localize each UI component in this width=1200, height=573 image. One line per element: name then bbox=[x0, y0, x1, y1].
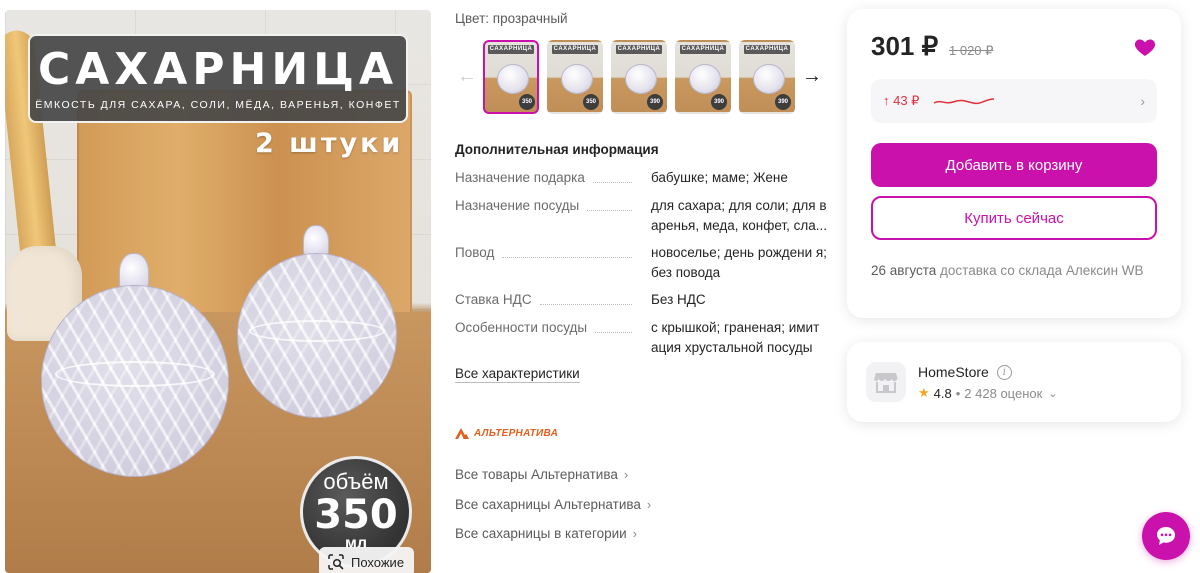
chevron-right-icon: › bbox=[646, 497, 652, 512]
spec-key: Повод bbox=[455, 245, 495, 260]
chevron-right-icon: › bbox=[632, 526, 638, 541]
photo-sugar-bowl-front bbox=[41, 253, 229, 478]
all-specs-link[interactable]: Все характеристики bbox=[455, 366, 580, 383]
thumbnails-prev-arrow-icon[interactable]: ← bbox=[455, 64, 479, 88]
thumbnail-label: САХАРНИЦА bbox=[552, 45, 598, 54]
thumbnail-product-image bbox=[625, 64, 657, 94]
price-trend-sparkline-icon bbox=[934, 98, 995, 105]
thumbnail-volume-badge: 390 bbox=[711, 94, 727, 110]
thumbnail-volume-badge: 350 bbox=[583, 94, 599, 110]
color-label-value: прозрачный bbox=[492, 11, 568, 26]
color-thumbnail[interactable]: САХАРНИЦА 390 bbox=[611, 40, 667, 114]
info-icon[interactable]: i bbox=[996, 364, 1012, 380]
product-main-image[interactable]: САХАРНИЦА ЁМКОСТЬ ДЛЯ САХАРА, СОЛИ, МЁДА… bbox=[5, 10, 431, 573]
seller-rating: 4.8 bbox=[933, 385, 952, 401]
delivery-date: 26 августа bbox=[871, 263, 937, 278]
thumbnail-label: САХАРНИЦА bbox=[616, 45, 662, 54]
add-to-cart-button[interactable]: Добавить в корзину bbox=[871, 143, 1157, 187]
spec-key: Назначение посуды bbox=[455, 198, 580, 213]
spec-key: Назначение подарка bbox=[455, 170, 585, 185]
thumbnail-volume-badge: 350 bbox=[519, 94, 535, 110]
thumbnail-product-image bbox=[561, 64, 593, 94]
price-history-button[interactable]: ↑ 43 ₽ › bbox=[871, 79, 1157, 123]
chevron-right-icon: › bbox=[1140, 93, 1145, 109]
color-thumbnail[interactable]: САХАРНИЦА 390 bbox=[739, 40, 795, 114]
thumbnail-label: САХАРНИЦА bbox=[680, 45, 726, 54]
photo-quantity-label: 2 штуки bbox=[255, 128, 404, 159]
thumbnail-product-image bbox=[689, 64, 721, 94]
thumbnail-label: САХАРНИЦА bbox=[488, 45, 534, 54]
color-thumbnail[interactable]: САХАРНИЦА 350 bbox=[483, 40, 539, 114]
heart-icon[interactable] bbox=[1133, 35, 1157, 59]
old-price: 1 020 ₽ bbox=[949, 43, 994, 58]
brand-logo-mark-icon bbox=[455, 428, 469, 439]
specs-title: Дополнительная информация bbox=[455, 142, 659, 157]
brand-link-label: Все сахарницы в категории bbox=[455, 526, 627, 541]
chat-icon bbox=[1157, 527, 1175, 545]
seller-reviews-count: 2 428 оценок bbox=[964, 385, 1043, 401]
spec-value: новоселье; день рождени я; без повода bbox=[651, 245, 827, 280]
volume-value: 350 bbox=[314, 492, 398, 538]
thumbnail-volume-badge: 390 bbox=[647, 94, 663, 110]
seller-name-row: HomeStore i bbox=[918, 364, 1012, 380]
spec-value: бабушке; маме; Жене bbox=[651, 170, 788, 185]
similar-items-button[interactable]: Похожие bbox=[319, 547, 415, 573]
seller-name[interactable]: HomeStore bbox=[918, 364, 989, 380]
photo-sugar-bowl-back bbox=[237, 225, 397, 420]
color-selector-label: Цвет: прозрачный bbox=[455, 11, 568, 26]
current-price: 301 ₽ bbox=[871, 31, 939, 61]
brand-link-label: Все сахарницы Альтернатива bbox=[455, 497, 641, 512]
spec-value: с крышкой; граненая; имит ация хрустальн… bbox=[651, 320, 820, 355]
brand-logo[interactable]: АЛЬТЕРНАТИВА bbox=[455, 428, 558, 439]
chat-button[interactable] bbox=[1142, 512, 1190, 560]
spec-value: Без НДС bbox=[651, 292, 706, 307]
buy-card: 301 ₽ 1 020 ₽ ↑ 43 ₽ › Добавить в корзин… bbox=[847, 9, 1181, 318]
seller-rating-row[interactable]: ★ 4.8 • 2 428 оценок ⌄ bbox=[918, 385, 1058, 401]
color-thumbnails: САХАРНИЦА 350 САХАРНИЦА 350 САХАРНИЦА 390 САХА… bbox=[483, 40, 795, 114]
price-change: ↑ 43 ₽ bbox=[883, 93, 920, 108]
buy-now-button[interactable]: Купить сейчас bbox=[871, 196, 1157, 240]
seller-avatar[interactable] bbox=[866, 362, 906, 402]
photo-title-plate: САХАРНИЦА ЁМКОСТЬ ДЛЯ САХАРА, СОЛИ, МЁДА… bbox=[28, 34, 408, 123]
color-label-key: Цвет: bbox=[455, 11, 490, 26]
seller-reviews-separator: • bbox=[955, 385, 961, 401]
brand-sugar-bowls-link[interactable]: Все сахарницы Альтернатива › bbox=[455, 497, 651, 512]
photo-subtitle: ЁМКОСТЬ ДЛЯ САХАРА, СОЛИ, МЁДА, ВАРЕНЬЯ,… bbox=[35, 99, 401, 111]
delivery-info: 26 августа доставка со склада Алексин WB bbox=[871, 261, 1161, 281]
chevron-right-icon: › bbox=[623, 467, 629, 482]
seller-card[interactable]: HomeStore i ★ 4.8 • 2 428 оценок ⌄ bbox=[847, 342, 1181, 422]
thumbnail-volume-badge: 390 bbox=[775, 94, 791, 110]
thumbnail-product-image bbox=[753, 64, 785, 94]
spec-key: Особенности посуды bbox=[455, 320, 588, 335]
store-icon bbox=[874, 373, 898, 393]
image-search-icon bbox=[328, 554, 344, 570]
color-thumbnail[interactable]: САХАРНИЦА 350 bbox=[547, 40, 603, 114]
chevron-down-icon: ⌄ bbox=[1048, 387, 1058, 400]
thumbnails-next-arrow-icon[interactable]: → bbox=[800, 64, 824, 88]
star-icon: ★ bbox=[918, 385, 930, 400]
brand-logo-text: АЛЬТЕРНАТИВА bbox=[474, 428, 559, 439]
photo-title: САХАРНИЦА bbox=[37, 44, 399, 95]
color-thumbnail[interactable]: САХАРНИЦА 390 bbox=[675, 40, 731, 114]
delivery-text: доставка со склада Алексин WB bbox=[940, 263, 1144, 278]
thumbnail-label: САХАРНИЦА bbox=[744, 45, 790, 54]
spec-value: для сахара; для соли; для в аренья, меда… bbox=[651, 198, 827, 233]
similar-items-label: Похожие bbox=[351, 554, 405, 570]
thumbnail-product-image bbox=[497, 64, 529, 94]
category-sugar-bowls-link[interactable]: Все сахарницы в категории › bbox=[455, 526, 637, 541]
spec-key: Ставка НДС bbox=[455, 292, 532, 307]
brand-all-products-link[interactable]: Все товары Альтернатива › bbox=[455, 467, 628, 482]
brand-link-label: Все товары Альтернатива bbox=[455, 467, 618, 482]
